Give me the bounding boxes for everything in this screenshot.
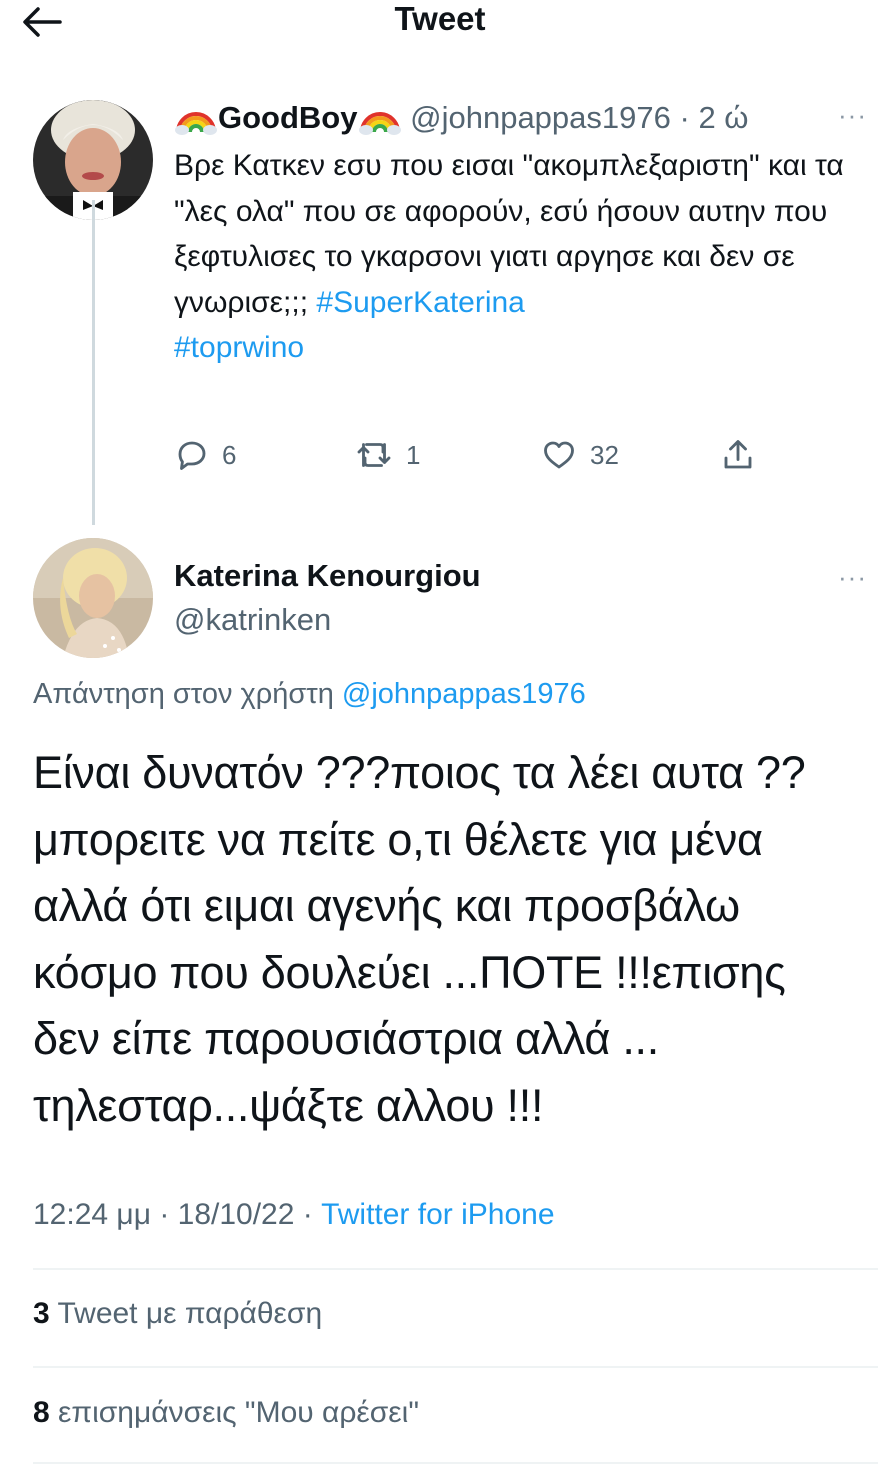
like-button[interactable]: 32	[540, 437, 619, 473]
retweet-button[interactable]: 1	[354, 437, 420, 473]
tweet-line: κόσμο που δουλεύει ...ΠΟΤΕ !!!επισης	[33, 946, 786, 998]
likes-label: επισημάνσεις "Μου αρέσει"	[49, 1396, 419, 1429]
reply-button[interactable]: 6	[174, 437, 236, 473]
divider	[33, 1462, 878, 1464]
parent-tweet-text: Βρε Κατκεν εσυ που εισαι "ακομπλεξαριστη…	[174, 143, 874, 371]
tweet-line: μπορειτε να πείτε ο,τι θέλετε για μένα	[33, 813, 763, 865]
reply-count: 6	[222, 439, 237, 470]
quote-count: 3	[33, 1297, 50, 1330]
parent-tweet-header: GoodBoy @johnpappas1976 · 2 ώ	[174, 96, 749, 136]
separator-dot: ·	[670, 100, 699, 135]
avatar-katerina[interactable]	[33, 538, 153, 658]
replying-prefix: Απάντηση στον χρήστη	[33, 678, 342, 710]
main-display-name[interactable]: Katerina Kenourgiou	[174, 558, 481, 594]
more-options-icon[interactable]: ···	[838, 100, 867, 131]
rainbow-emoji-icon	[358, 112, 401, 135]
tweet-source[interactable]: Twitter for iPhone	[321, 1198, 554, 1231]
divider	[33, 1268, 878, 1270]
like-icon	[544, 441, 574, 469]
quote-tweets-stat[interactable]: 3 Tweet με παράθεση	[33, 1297, 322, 1331]
thread-connector-line	[92, 200, 95, 525]
tweet-line: Είναι δυνατόν ???ποιος τα λέει αυτα ??	[33, 747, 806, 798]
main-tweet-text: Είναι δυνατόν ???ποιος τα λέει αυτα ?? μ…	[33, 740, 873, 1139]
tweet-line: τηλεσταρ...ψάξτε αλλου !!!	[33, 1079, 544, 1131]
more-options-icon[interactable]: ···	[838, 562, 867, 593]
timestamp-text[interactable]: 12:24 μμ · 18/10/22 ·	[33, 1198, 321, 1231]
tweet-timestamp: 12:24 μμ · 18/10/22 · Twitter for iPhone	[33, 1198, 555, 1232]
divider	[33, 1366, 878, 1368]
share-icon	[724, 440, 752, 469]
likes-count: 8	[33, 1396, 50, 1429]
tweet-line: αλλά ότι ειμαι αγενής και προσβάλω	[33, 880, 740, 931]
page-title: Tweet	[394, 0, 486, 37]
retweet-count: 1	[406, 439, 421, 470]
parent-time[interactable]: 2 ώ	[698, 100, 748, 135]
reply-icon	[178, 441, 206, 470]
parent-display-name[interactable]: GoodBoy	[218, 100, 358, 135]
retweet-icon	[357, 443, 391, 467]
top-bar: Tweet	[0, 0, 880, 50]
parent-handle[interactable]: @johnpappas1976	[410, 100, 671, 135]
main-handle[interactable]: @katrinken	[174, 602, 331, 638]
likes-stat[interactable]: 8 επισημάνσεις "Μου αρέσει"	[33, 1396, 419, 1430]
replying-to: Απάντηση στον χρήστη @johnpappas1976	[33, 678, 586, 711]
tweet-line: δεν είπε παρουσιάστρια αλλά ...	[33, 1013, 659, 1064]
rainbow-emoji-icon	[175, 112, 217, 135]
hashtag-superkaterina[interactable]: #SuperKaterina	[316, 286, 524, 319]
replying-mention[interactable]: @johnpappas1976	[342, 678, 586, 710]
quote-label: Tweet με παράθεση	[49, 1297, 323, 1330]
share-button[interactable]	[720, 437, 756, 473]
like-count: 32	[590, 439, 619, 470]
hashtag-toprwino[interactable]: #toprwino	[174, 331, 304, 364]
